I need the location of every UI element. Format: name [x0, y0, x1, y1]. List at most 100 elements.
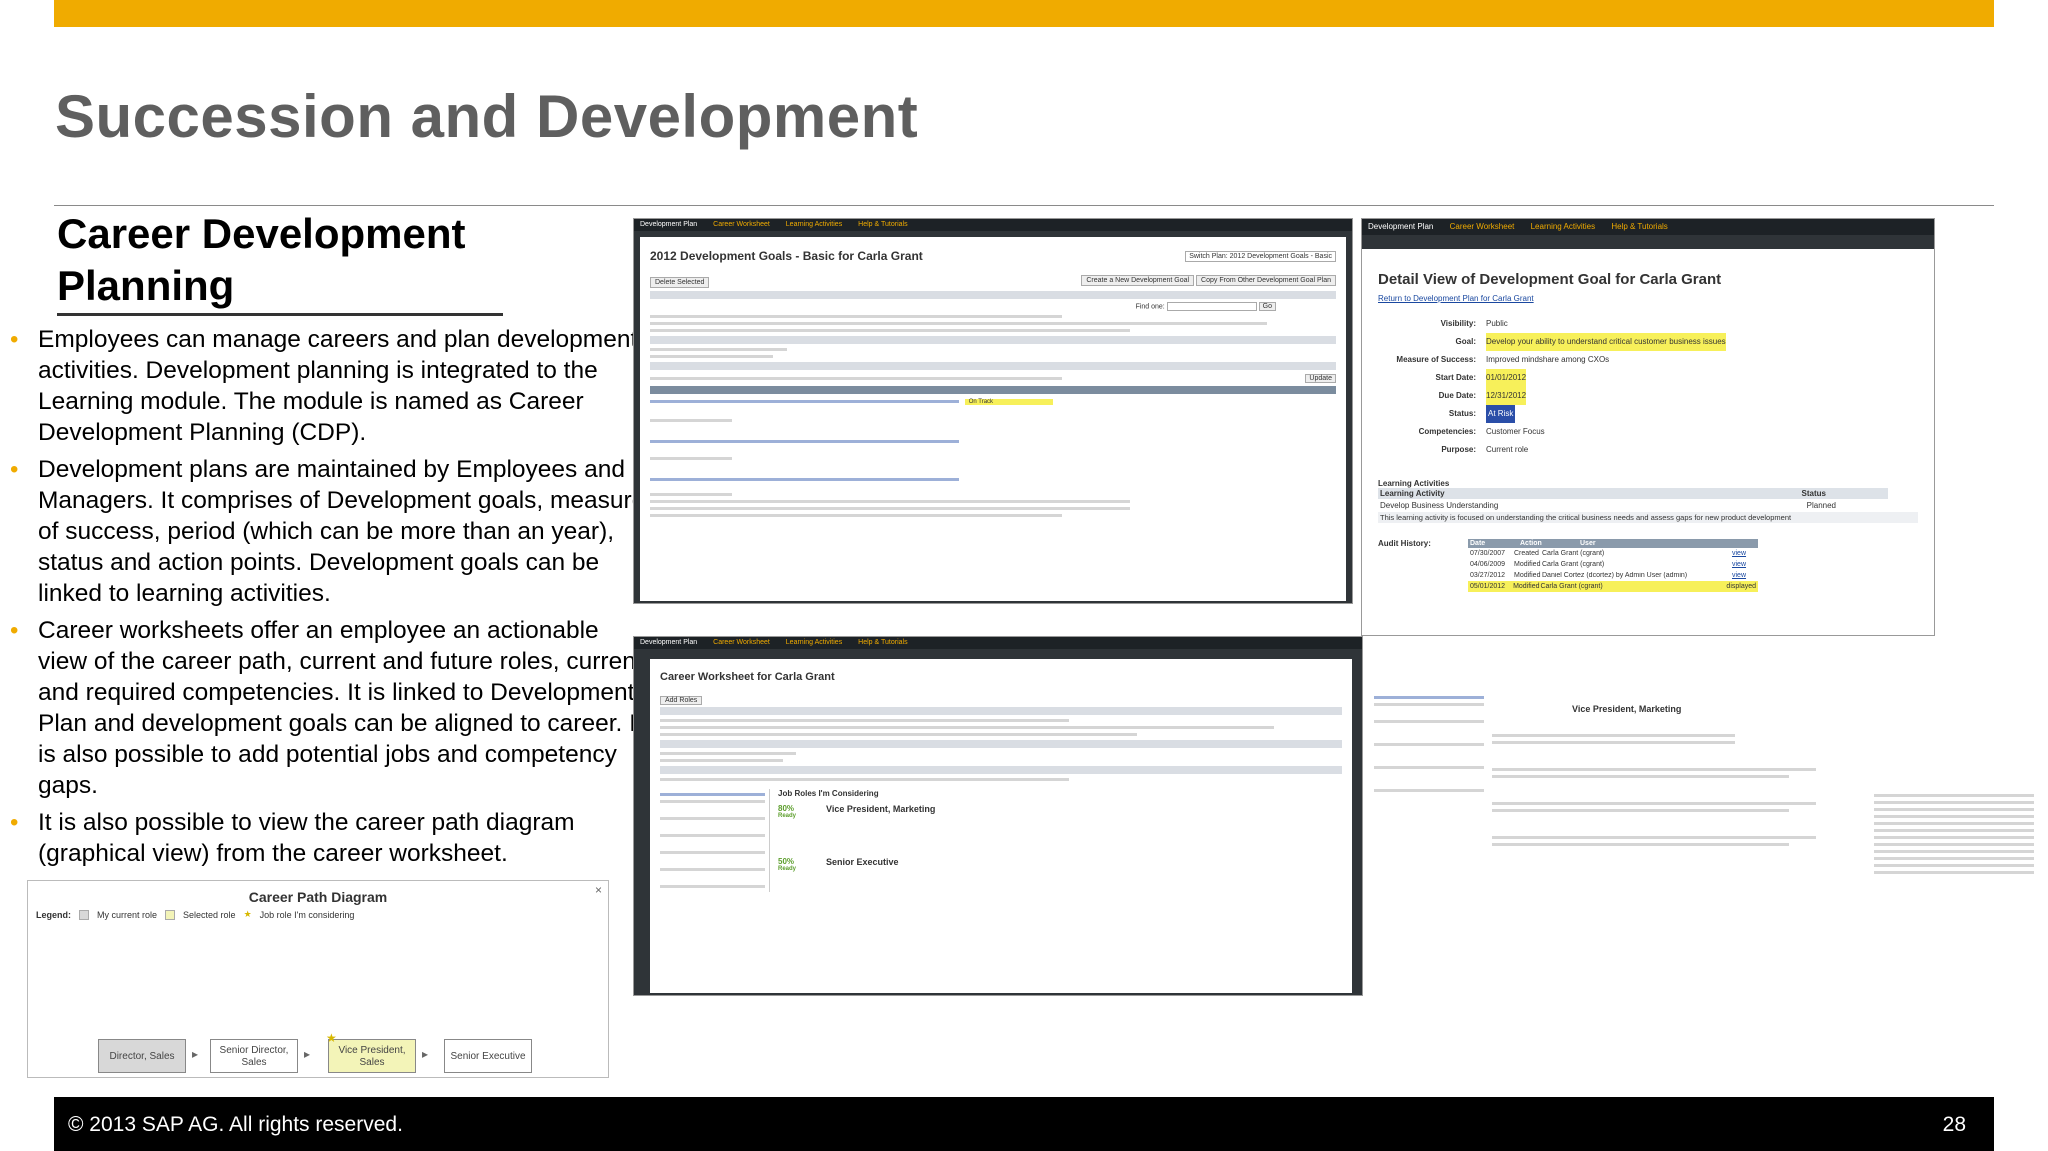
page-number: 28	[1942, 1113, 1966, 1136]
career-path-diagram: × Career Path Diagram Legend: My current…	[27, 880, 609, 1078]
role2-readiness: 50%	[778, 857, 795, 866]
bullet-item: Development plans are maintained by Empl…	[10, 454, 650, 609]
status-badge: On Track	[964, 398, 1054, 405]
nav-bar: Development Plan Career Worksheet Learni…	[634, 637, 1362, 649]
tab-learning-activities[interactable]: Learning Activities	[1531, 222, 1595, 231]
tab-development-plan[interactable]: Development Plan	[1368, 222, 1433, 231]
audit-col-action: Action	[1520, 540, 1542, 547]
path-node-current[interactable]: Director, Sales	[98, 1039, 186, 1073]
field-label: Goal:	[1455, 337, 1476, 346]
tab-help-tutorials[interactable]: Help & Tutorials	[858, 221, 907, 228]
copy-goal-button[interactable]: Copy From Other Development Goal Plan	[1196, 275, 1336, 286]
role1-readiness: 80%	[778, 804, 795, 813]
path-node-selected[interactable]: Vice President, Sales	[328, 1039, 416, 1073]
tab-help-tutorials[interactable]: Help & Tutorials	[858, 639, 907, 646]
competency-gap-screenshot: Vice President, Marketing	[1374, 692, 2048, 944]
switch-plan-select[interactable]: Switch Plan: 2012 Development Goals - Ba…	[1185, 251, 1336, 262]
footer-bar: © 2013 SAP AG. All rights reserved. 28	[54, 1097, 1994, 1151]
matrix-hierarchy-header	[650, 336, 1336, 344]
tab-career-worksheet[interactable]: Career Worksheet	[1450, 222, 1515, 231]
path-node[interactable]: Senior Director, Sales	[210, 1039, 298, 1073]
tab-learning-activities[interactable]: Learning Activities	[786, 639, 842, 646]
legend-considering-role: Job role I'm considering	[259, 909, 355, 920]
purpose-value: Current role	[1486, 445, 1529, 454]
nav-bar: Development Plan Career Worksheet Learni…	[634, 219, 1352, 231]
visibility-value: Public	[1486, 319, 1508, 328]
star-icon: ★	[243, 909, 252, 919]
hierarchy-header	[660, 707, 1342, 715]
bullet-item: Career worksheets offer an employee an a…	[10, 615, 650, 801]
audit-label: Audit History:	[1378, 539, 1431, 548]
close-icon[interactable]: ×	[595, 883, 602, 897]
view-link[interactable]: view	[1732, 561, 1746, 568]
tab-development-plan[interactable]: Development Plan	[640, 221, 697, 228]
diagram-title: Career Path Diagram	[248, 889, 388, 905]
go-button[interactable]: Go	[1258, 302, 1276, 312]
return-link[interactable]: Return to Development Plan for Carla Gra…	[1378, 294, 1920, 303]
legend: Legend: My current role Selected role ★ …	[36, 909, 354, 920]
arrow-icon: ▸	[422, 1047, 429, 1061]
find-input[interactable]	[1166, 302, 1257, 311]
audit-row: 05/01/2012 Modified Carla Grant (cgrant)…	[1468, 581, 1758, 592]
learning-col-status: Status	[1801, 489, 1826, 498]
career-worksheet-screenshot: Development Plan Career Worksheet Learni…	[633, 636, 1363, 996]
status-value: At Risk	[1486, 405, 1516, 423]
legend-selected-role: Selected role	[183, 909, 236, 920]
field-label: Purpose:	[1441, 445, 1476, 454]
goal-value: Develop your ability to understand criti…	[1486, 333, 1726, 351]
view-link[interactable]: view	[1732, 550, 1746, 557]
delete-selected-button[interactable]: Delete Selected	[650, 277, 710, 288]
tab-development-plan[interactable]: Development Plan	[640, 639, 697, 646]
arrow-icon: ▸	[192, 1047, 199, 1061]
copyright: © 2013 SAP AG. All rights reserved.	[68, 1113, 403, 1136]
tab-career-worksheet[interactable]: Career Worksheet	[713, 639, 770, 646]
goal-detail-screenshot: Development Plan Career Worksheet Learni…	[1361, 218, 1935, 636]
learning-description: This learning activity is focused on und…	[1378, 512, 1918, 523]
competencies-value: Customer Focus	[1486, 427, 1545, 436]
field-label: Visibility:	[1440, 319, 1476, 328]
audit-row: 07/30/2007 Created Carla Grant (cgrant) …	[1470, 550, 1747, 557]
star-icon: ★	[326, 1031, 337, 1045]
audit-col-user: User	[1580, 540, 1596, 547]
view-link[interactable]: view	[1732, 572, 1746, 579]
hierarchy-header	[650, 291, 1336, 299]
field-label: Measure of Success:	[1396, 355, 1476, 364]
matrix-hierarchy-header	[660, 740, 1342, 748]
current-role-swatch	[79, 909, 89, 920]
title-divider	[54, 205, 1994, 206]
field-label: Competencies:	[1418, 427, 1476, 436]
field-label: Status:	[1448, 409, 1476, 418]
gap-role-title: Vice President, Marketing	[1572, 704, 1682, 714]
add-roles-button[interactable]: Add Roles	[660, 696, 703, 705]
ready-label: Ready	[778, 813, 797, 819]
measure-value: Improved mindshare among CXOs	[1486, 355, 1610, 364]
section-underline	[57, 313, 503, 316]
tab-learning-activities[interactable]: Learning Activities	[786, 221, 842, 228]
path-node[interactable]: Senior Executive	[444, 1039, 532, 1073]
legend-label: Legend:	[36, 909, 71, 920]
tab-help-tutorials[interactable]: Help & Tutorials	[1611, 222, 1667, 231]
display-options-header	[660, 766, 1342, 774]
arrow-icon: ▸	[304, 1047, 311, 1061]
start-date-value: 01/01/2012	[1486, 369, 1527, 387]
bullet-item: It is also possible to view the career p…	[10, 807, 650, 869]
audit-row: 04/06/2009 Modified Carla Grant (cgrant)…	[1470, 561, 1747, 568]
learning-heading: Learning Activities	[1378, 479, 1450, 488]
development-plan-screenshot: Development Plan Career Worksheet Learni…	[633, 218, 1353, 604]
legend-current-role: My current role	[97, 909, 158, 920]
tab-career-worksheet[interactable]: Career Worksheet	[713, 221, 770, 228]
learning-activity: Develop Business Understanding	[1380, 501, 1499, 510]
create-goal-button[interactable]: Create a New Development Goal	[1081, 275, 1195, 286]
display-options-header	[650, 362, 1336, 370]
learning-col-activity: Learning Activity	[1380, 489, 1445, 498]
detail-title: Detail View of Development Goal for Carl…	[1378, 271, 1722, 288]
top-accent-bar	[54, 0, 1994, 27]
roles-heading: Job Roles I'm Considering	[778, 789, 879, 798]
nav-bar: Development Plan Career Worksheet Learni…	[1362, 219, 1934, 235]
due-date-value: 12/31/2012	[1486, 387, 1527, 405]
learning-status: Planned	[1806, 501, 1836, 510]
field-label: Due Date:	[1438, 391, 1476, 400]
audit-row: 03/27/2012 Modified Daniel Cortez (dcort…	[1470, 572, 1747, 579]
slide-title: Succession and Development	[55, 83, 919, 150]
update-button[interactable]: Update	[1305, 374, 1336, 383]
